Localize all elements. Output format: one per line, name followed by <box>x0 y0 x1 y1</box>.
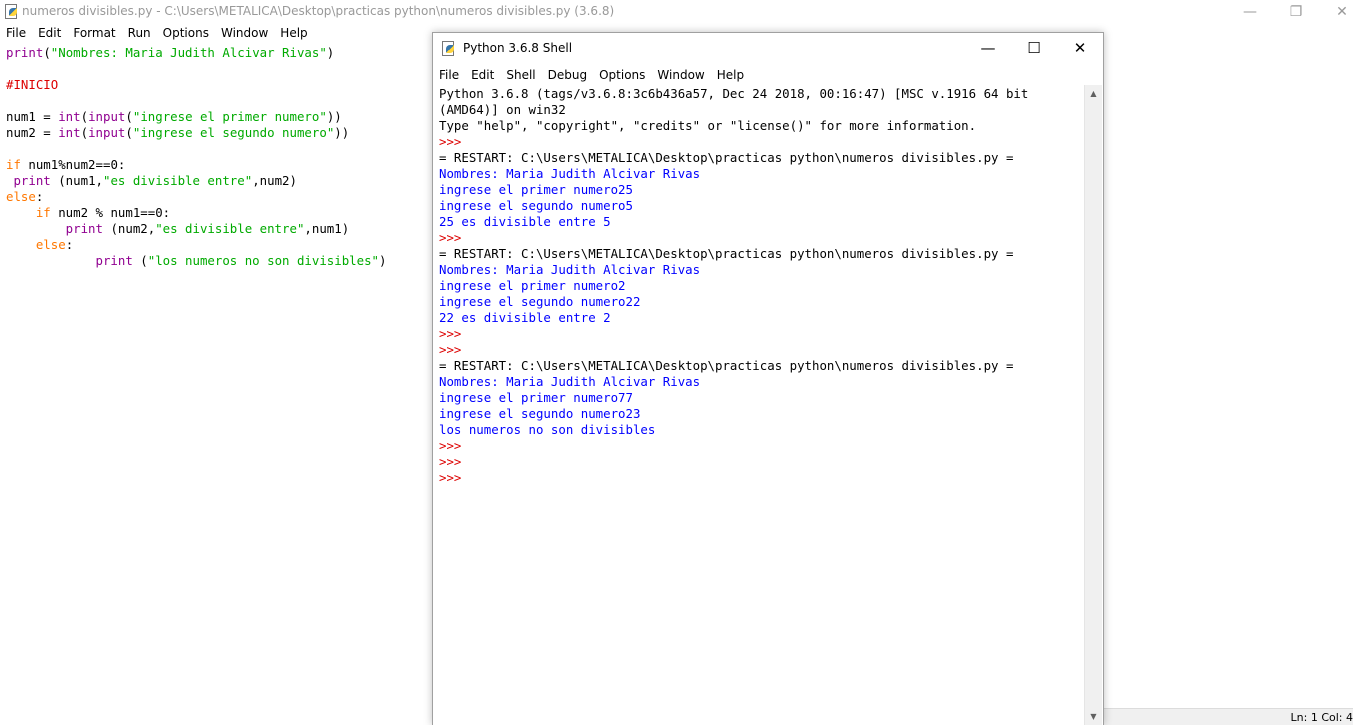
shell-stdout: ingrese el segundo numero23 <box>439 406 641 421</box>
shell-stdout: ingrese el primer numero2 <box>439 278 626 293</box>
shell-menu-window[interactable]: Window <box>651 65 710 85</box>
shell-titlebar[interactable]: Python 3.6.8 Shell — ☐ ✕ <box>433 33 1103 63</box>
restart-line: = RESTART: C:\Users\METALICA\Desktop\pra… <box>439 246 1014 261</box>
code-line: if num2 % num1==0: <box>6 205 171 220</box>
menu-help[interactable]: Help <box>274 23 313 43</box>
code-line: #INICIO <box>6 77 59 92</box>
shell-minimize-icon[interactable]: — <box>965 33 1011 63</box>
code-line: print("Nombres: Maria Judith Alcivar Riv… <box>6 45 335 60</box>
shell-menubar: File Edit Shell Debug Options Window Hel… <box>433 65 750 85</box>
minimize-icon[interactable]: — <box>1227 0 1273 23</box>
shell-line: Type "help", "copyright", "credits" or "… <box>439 118 977 133</box>
shell-menu-file[interactable]: File <box>433 65 465 85</box>
menu-edit[interactable]: Edit <box>32 23 67 43</box>
close-icon[interactable]: ✕ <box>1319 0 1353 23</box>
scroll-up-icon[interactable]: ▲ <box>1085 85 1102 102</box>
shell-line: Python 3.6.8 (tags/v3.6.8:3c6b436a57, De… <box>439 86 1029 101</box>
shell-window: Python 3.6.8 Shell — ☐ ✕ File Edit Shell… <box>432 32 1104 725</box>
shell-maximize-icon[interactable]: ☐ <box>1011 33 1057 63</box>
code-line: num1 = int(input("ingrese el primer nume… <box>6 109 342 124</box>
code-line: print (num1,"es divisible entre",num2) <box>6 173 297 188</box>
menu-file[interactable]: File <box>0 23 32 43</box>
shell-stdout: Nombres: Maria Judith Alcivar Rivas <box>439 262 701 277</box>
editor-menubar: File Edit Format Run Options Window Help <box>0 23 314 43</box>
editor-titlebar[interactable]: numeros divisibles.py - C:\Users\METALIC… <box>0 0 1353 23</box>
code-line: else: <box>6 237 74 252</box>
code-line: num2 = int(input("ingrese el segundo num… <box>6 125 350 140</box>
python-shell-icon <box>441 41 455 56</box>
restart-line: = RESTART: C:\Users\METALICA\Desktop\pra… <box>439 150 1014 165</box>
shell-close-icon[interactable]: ✕ <box>1057 33 1103 63</box>
shell-prompt: >>> <box>439 134 469 149</box>
restore-icon[interactable]: ❐ <box>1273 0 1319 23</box>
code-line: else: <box>6 189 44 204</box>
shell-menu-options[interactable]: Options <box>593 65 651 85</box>
menu-format[interactable]: Format <box>67 23 121 43</box>
shell-menu-edit[interactable]: Edit <box>465 65 500 85</box>
shell-title: Python 3.6.8 Shell <box>463 41 573 55</box>
shell-prompt: >>> <box>439 326 469 341</box>
status-bar: Ln: 1 Col: 4 <box>1102 708 1353 725</box>
editor-title: numeros divisibles.py - C:\Users\METALIC… <box>22 4 615 18</box>
menu-run[interactable]: Run <box>122 23 157 43</box>
shell-line: (AMD64)] on win32 <box>439 102 566 117</box>
shell-stdout: Nombres: Maria Judith Alcivar Rivas <box>439 166 701 181</box>
shell-prompt: >>> <box>439 230 469 245</box>
shell-stdout: ingrese el segundo numero5 <box>439 198 633 213</box>
menu-window[interactable]: Window <box>215 23 274 43</box>
code-line: print (num2,"es divisible entre",num1) <box>6 221 350 236</box>
scroll-down-icon[interactable]: ▼ <box>1085 708 1102 725</box>
shell-prompt: >>> <box>439 342 469 357</box>
shell-stdout: ingrese el primer numero77 <box>439 390 633 405</box>
shell-prompt: >>> <box>439 438 469 453</box>
shell-menu-help[interactable]: Help <box>711 65 750 85</box>
shell-stdout: los numeros no son divisibles <box>439 422 656 437</box>
shell-prompt-active[interactable]: >>> <box>439 470 1079 486</box>
cursor-position: Ln: 1 Col: 4 <box>1290 711 1353 724</box>
code-line: if num1%num2==0: <box>6 157 126 172</box>
shell-menu-shell[interactable]: Shell <box>500 65 541 85</box>
shell-stdout: Nombres: Maria Judith Alcivar Rivas <box>439 374 701 389</box>
shell-stdout: ingrese el segundo numero22 <box>439 294 641 309</box>
shell-scrollbar[interactable]: ▲ ▼ <box>1084 85 1102 725</box>
shell-prompt: >>> <box>439 454 469 469</box>
shell-stdout: ingrese el primer numero25 <box>439 182 633 197</box>
code-editor[interactable]: print("Nombres: Maria Judith Alcivar Riv… <box>6 45 426 269</box>
shell-menu-debug[interactable]: Debug <box>542 65 593 85</box>
code-line: print ("los numeros no son divisibles") <box>6 253 387 268</box>
restart-line: = RESTART: C:\Users\METALICA\Desktop\pra… <box>439 358 1014 373</box>
menu-options[interactable]: Options <box>157 23 215 43</box>
shell-stdout: 25 es divisible entre 5 <box>439 214 611 229</box>
shell-output[interactable]: Python 3.6.8 (tags/v3.6.8:3c6b436a57, De… <box>439 86 1079 486</box>
idle-file-icon <box>4 4 18 19</box>
shell-stdout: 22 es divisible entre 2 <box>439 310 611 325</box>
